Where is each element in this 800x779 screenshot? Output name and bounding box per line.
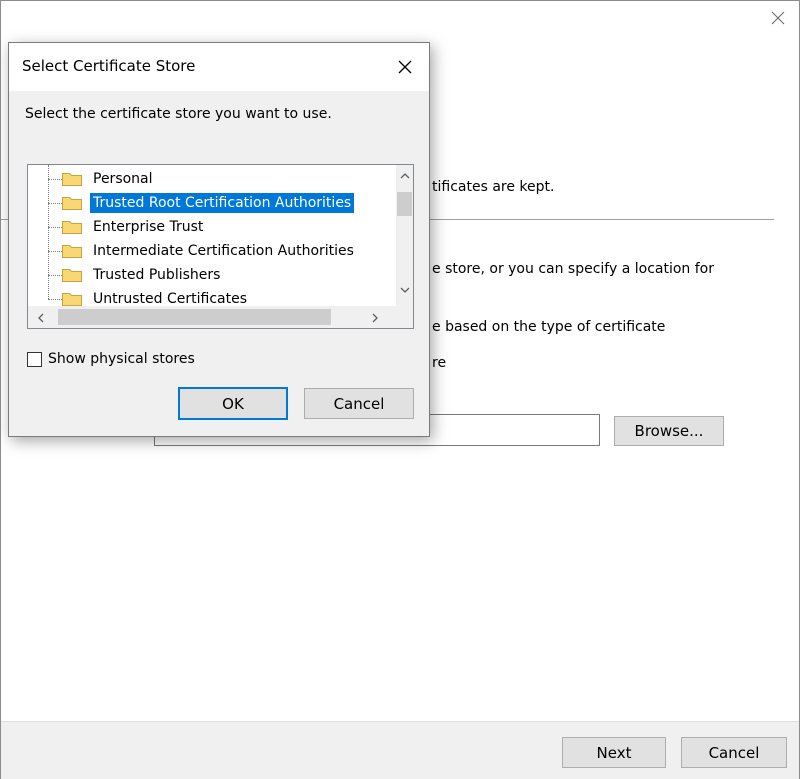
tree-item-label-selected: Trusted Root Certification Authorities	[88, 192, 356, 214]
tree-item-intermediate[interactable]: Intermediate Certification Authorities	[28, 239, 388, 263]
tree-item-enterprise-trust[interactable]: Enterprise Trust	[28, 215, 388, 239]
tree-item-trusted-publishers[interactable]: Trusted Publishers	[28, 263, 388, 287]
tree-branch-line	[48, 203, 62, 204]
wizard-cancel-button[interactable]: Cancel	[681, 737, 787, 768]
dialog-prompt: Select the certificate store you want to…	[25, 106, 332, 122]
select-certificate-store-dialog: Select Certificate Store Select the cert…	[8, 42, 430, 437]
place-in-store-radio-label[interactable]: re	[432, 355, 446, 371]
chevron-up-icon	[400, 172, 409, 178]
close-icon	[771, 11, 785, 25]
chevron-down-icon	[400, 287, 409, 293]
folder-icon	[62, 221, 82, 234]
folder-icon	[62, 269, 82, 282]
tree-item-label: Enterprise Trust	[93, 219, 204, 235]
tree-vertical-scrollbar[interactable]	[396, 165, 413, 306]
tree-item-trusted-root[interactable]: Trusted Root Certification Authorities	[28, 191, 388, 215]
tree-branch-line	[48, 299, 62, 300]
wizard-info-text: e store, or you can specify a location f…	[432, 261, 714, 277]
wizard-description-text: tificates are kept.	[432, 179, 555, 195]
close-icon	[398, 60, 412, 74]
show-physical-stores-label[interactable]: Show physical stores	[48, 351, 195, 367]
folder-icon	[62, 293, 82, 306]
dialog-cancel-button[interactable]: Cancel	[304, 388, 414, 419]
tree-branch-line	[48, 179, 62, 180]
scroll-right-button[interactable]	[366, 309, 383, 326]
tree-branch-line	[48, 227, 62, 228]
next-button[interactable]: Next	[562, 737, 666, 768]
ok-button[interactable]: OK	[178, 387, 288, 420]
folder-icon	[62, 245, 82, 258]
folder-icon	[62, 173, 82, 186]
dialog-titlebar: Select Certificate Store	[9, 43, 429, 91]
tree-branch-line	[48, 275, 62, 276]
tree-item-label: Trusted Publishers	[93, 267, 221, 283]
vertical-scroll-thumb[interactable]	[397, 192, 412, 216]
certificate-store-tree[interactable]: Personal Trusted Root Certification Auth…	[27, 164, 414, 329]
scroll-down-button[interactable]	[396, 281, 413, 298]
chevron-right-icon	[372, 313, 378, 322]
scroll-left-button[interactable]	[32, 309, 49, 326]
wizard-close-button[interactable]	[764, 5, 792, 31]
auto-select-store-radio-label[interactable]: e based on the type of certificate	[432, 319, 665, 335]
chevron-left-icon	[37, 313, 43, 322]
dialog-title: Select Certificate Store	[22, 57, 196, 75]
tree-branch-line	[48, 251, 62, 252]
wizard-footer	[1, 721, 799, 779]
tree-horizontal-scrollbar[interactable]	[28, 306, 396, 328]
browse-button[interactable]: Browse...	[614, 416, 724, 446]
show-physical-stores-option[interactable]: Show physical stores	[27, 349, 195, 369]
tree-item-personal[interactable]: Personal	[28, 167, 388, 191]
tree-item-label: Personal	[93, 171, 153, 187]
show-physical-stores-checkbox[interactable]	[27, 351, 42, 367]
scrollbar-corner	[396, 306, 413, 328]
folder-icon	[62, 197, 82, 210]
dialog-close-button[interactable]	[389, 51, 421, 83]
scroll-up-button[interactable]	[396, 167, 413, 184]
tree-item-label: Intermediate Certification Authorities	[93, 243, 354, 259]
horizontal-scroll-thumb[interactable]	[58, 309, 331, 325]
